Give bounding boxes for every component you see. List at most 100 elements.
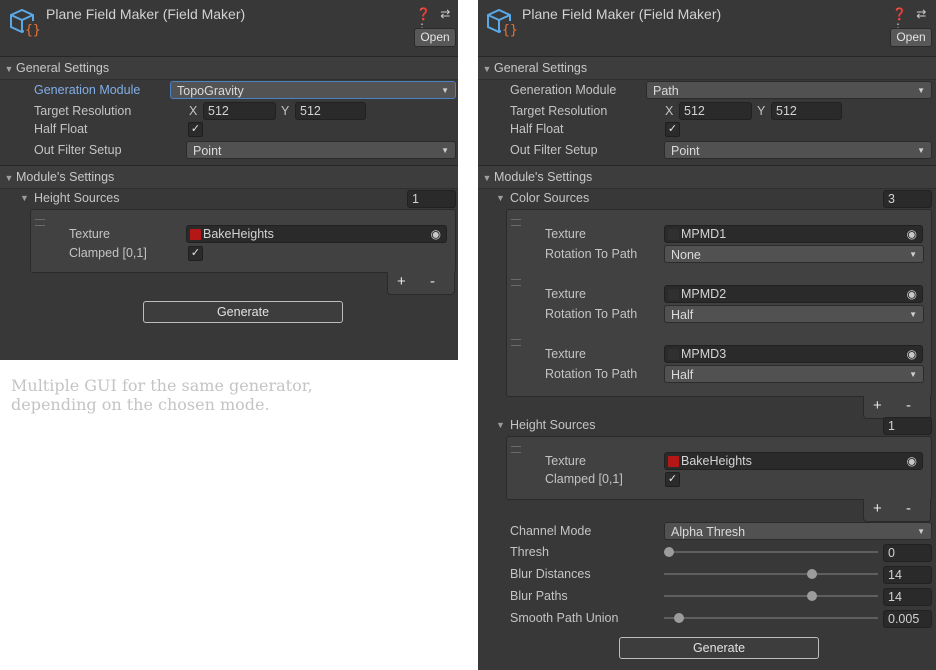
generation-module-dropdown[interactable]: Path ▼ [646, 81, 932, 99]
module-settings-header[interactable]: ▼ Module's Settings [478, 165, 936, 189]
rotation-to-path-dropdown[interactable]: Half ▼ [664, 305, 924, 323]
generation-module-label: Generation Module [510, 83, 617, 97]
drag-handle-icon[interactable] [511, 219, 521, 226]
foldout-arrow-icon[interactable]: ▼ [496, 416, 505, 434]
dropdown-arrow-icon: ▼ [909, 310, 917, 319]
height-sources-label[interactable]: Height Sources [34, 189, 119, 207]
texture-icon [668, 289, 679, 300]
texture-object-field[interactable]: MPMD2 ◉ [664, 285, 923, 303]
add-remove-buttons[interactable]: + - [387, 272, 455, 295]
channel-mode-dropdown[interactable]: Alpha Thresh ▼ [664, 522, 932, 540]
module-settings-header[interactable]: ▼ Module's Settings [0, 165, 458, 189]
smooth-path-union-slider-track[interactable] [664, 617, 878, 619]
caption-line-2: depending on the chosen mode. [11, 395, 270, 414]
open-button[interactable]: Open [890, 28, 932, 47]
inspector-panel-path: {} Plane Field Maker (Field Maker) ❓ ⇄ ⋮… [478, 0, 936, 670]
texture-label: Texture [545, 227, 586, 241]
foldout-arrow-icon[interactable]: ▼ [496, 189, 505, 207]
add-remove-buttons[interactable]: + - [863, 396, 931, 419]
object-picker-icon[interactable]: ◉ [907, 286, 917, 303]
foldout-arrow-icon: ▼ [4, 173, 14, 183]
half-float-label: Half Float [34, 122, 88, 136]
generation-module-dropdown[interactable]: TopoGravity ▼ [170, 81, 456, 99]
clamped-label: Clamped [0,1] [69, 246, 147, 260]
rotation-to-path-dropdown[interactable]: Half ▼ [664, 365, 924, 383]
height-sources-label[interactable]: Height Sources [510, 416, 595, 434]
texture-icon [190, 229, 201, 240]
smooth-path-union-label: Smooth Path Union [510, 611, 619, 625]
x-label: X [189, 104, 198, 118]
clamped-checkbox[interactable]: ✓ [665, 472, 680, 487]
blur-distances-slider-handle[interactable] [806, 569, 817, 579]
target-resolution-label: Target Resolution [510, 104, 608, 118]
out-filter-dropdown[interactable]: Point ▼ [186, 141, 456, 159]
texture-icon [668, 456, 679, 467]
dropdown-arrow-icon: ▼ [441, 146, 449, 155]
generation-module-label: Generation Module [34, 83, 141, 97]
out-filter-dropdown[interactable]: Point ▼ [664, 141, 932, 159]
channel-mode-label: Channel Mode [510, 524, 592, 538]
dropdown-arrow-icon: ▼ [909, 250, 917, 259]
object-picker-icon[interactable]: ◉ [907, 346, 917, 363]
drag-handle-icon[interactable] [511, 446, 521, 453]
texture-object-field[interactable]: BakeHeights ◉ [186, 225, 447, 243]
dropdown-arrow-icon: ▼ [441, 86, 449, 95]
resolution-y-field[interactable]: 512 [295, 102, 366, 120]
thresh-value-field[interactable]: 0 [883, 544, 932, 562]
texture-label: Texture [69, 227, 110, 241]
generate-button[interactable]: Generate [619, 637, 819, 659]
texture-label: Texture [545, 287, 586, 301]
texture-object-field[interactable]: MPMD1 ◉ [664, 225, 923, 243]
resolution-y-field[interactable]: 512 [771, 102, 842, 120]
object-picker-icon[interactable]: ◉ [907, 226, 917, 243]
dropdown-arrow-icon: ▼ [917, 527, 925, 536]
svg-text:{}: {} [25, 23, 41, 37]
drag-handle-icon[interactable] [511, 339, 521, 346]
x-label: X [665, 104, 674, 118]
height-sources-count[interactable]: 1 [883, 417, 932, 435]
caption-line-1: Multiple GUI for the same generator, [11, 376, 313, 395]
add-remove-buttons[interactable]: + - [863, 499, 931, 522]
texture-object-field[interactable]: MPMD3 ◉ [664, 345, 923, 363]
thresh-label: Thresh [510, 545, 549, 559]
color-sources-label[interactable]: Color Sources [510, 189, 589, 207]
blur-distances-label: Blur Distances [510, 567, 591, 581]
dropdown-arrow-icon: ▼ [917, 86, 925, 95]
object-picker-icon[interactable]: ◉ [431, 226, 441, 243]
texture-icon [668, 229, 679, 240]
general-settings-header[interactable]: ▼ General Settings [0, 56, 458, 80]
smooth-path-union-value-field[interactable]: 0.005 [883, 610, 932, 628]
resolution-x-field[interactable]: 512 [679, 102, 752, 120]
blur-paths-slider-handle[interactable] [806, 591, 817, 601]
generate-button[interactable]: Generate [143, 301, 343, 323]
height-sources-count[interactable]: 1 [407, 190, 456, 208]
resolution-x-field[interactable]: 512 [203, 102, 276, 120]
thresh-slider-handle[interactable] [664, 547, 674, 557]
svg-text:{}: {} [502, 23, 518, 37]
script-icon: {} [484, 7, 518, 38]
drag-handle-icon[interactable] [511, 279, 521, 286]
half-float-checkbox[interactable]: ✓ [665, 122, 680, 137]
smooth-path-union-slider-handle[interactable] [674, 613, 685, 623]
blur-paths-value-field[interactable]: 14 [883, 588, 932, 606]
drag-handle-icon[interactable] [35, 219, 45, 226]
blur-paths-slider-track[interactable] [664, 595, 878, 597]
y-label: Y [757, 104, 766, 118]
half-float-checkbox[interactable]: ✓ [188, 122, 203, 137]
foldout-arrow-icon: ▼ [482, 173, 492, 183]
texture-label: Texture [545, 347, 586, 361]
open-button[interactable]: Open [414, 28, 456, 47]
object-picker-icon[interactable]: ◉ [907, 453, 917, 470]
color-sources-count[interactable]: 3 [883, 190, 932, 208]
blur-distances-slider-track[interactable] [664, 573, 878, 575]
caption: Multiple GUI for the same generator, dep… [11, 376, 451, 414]
general-settings-header[interactable]: ▼ General Settings [478, 56, 936, 80]
texture-object-field[interactable]: BakeHeights ◉ [664, 452, 923, 470]
clamped-checkbox[interactable]: ✓ [188, 246, 203, 261]
thresh-slider-track[interactable] [664, 551, 878, 553]
rotation-to-path-dropdown[interactable]: None ▼ [664, 245, 924, 263]
foldout-arrow-icon[interactable]: ▼ [20, 189, 29, 207]
foldout-arrow-icon: ▼ [482, 64, 492, 74]
blur-distances-value-field[interactable]: 14 [883, 566, 932, 584]
texture-label: Texture [545, 454, 586, 468]
